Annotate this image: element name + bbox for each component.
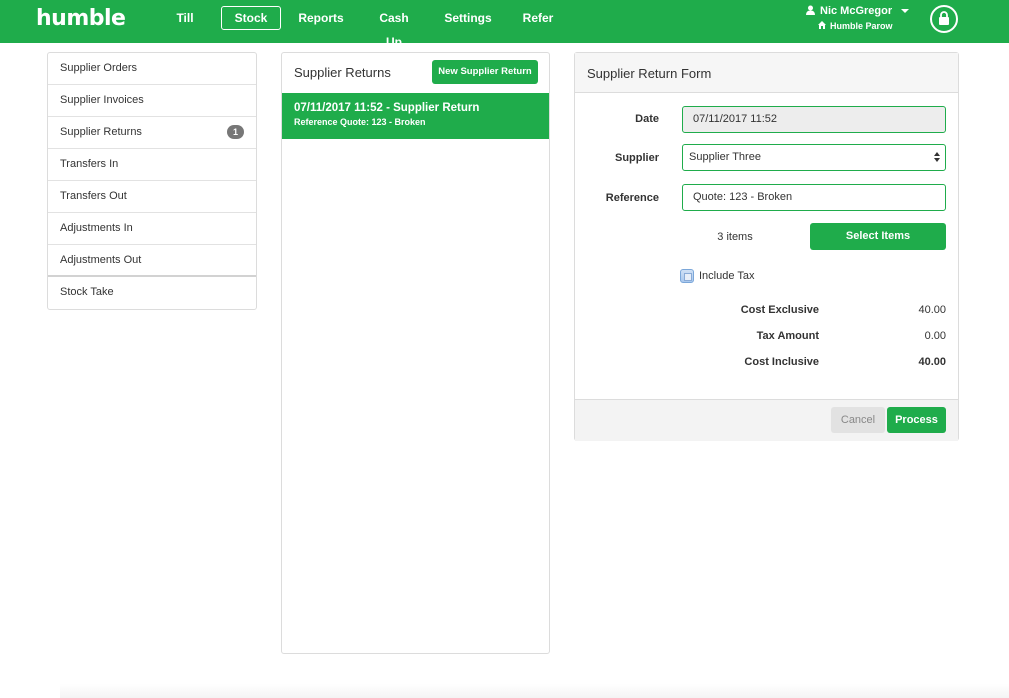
date-field: 07/11/2017 11:52	[682, 106, 946, 133]
user-icon	[806, 5, 815, 18]
new-supplier-return-button[interactable]: New Supplier Return	[432, 60, 538, 84]
nav-reports[interactable]: Reports	[298, 6, 344, 30]
sidebar-item-adjustments-out[interactable]: Adjustments Out	[48, 245, 256, 277]
tax-amount-value: 0.00	[924, 330, 946, 342]
count-badge: 1	[227, 125, 244, 139]
store-row: Humble Parow	[818, 21, 916, 31]
process-button[interactable]: Process	[887, 407, 946, 433]
select-items-button[interactable]: Select Items	[810, 223, 946, 250]
date-label: Date	[635, 113, 659, 125]
sidebar-item-adjustments-in[interactable]: Adjustments In	[48, 213, 256, 245]
sidebar-item-label: Adjustments Out	[60, 254, 142, 266]
sidebar-item-supplier-orders[interactable]: Supplier Orders	[48, 53, 256, 85]
sidebar-item-label: Transfers In	[60, 158, 119, 170]
store-name: Humble Parow	[830, 21, 893, 31]
sidebar-item-stock-take[interactable]: Stock Take	[48, 277, 256, 309]
supplier-label: Supplier	[614, 152, 659, 164]
nav-till[interactable]: Till	[172, 6, 198, 30]
include-tax-checkbox[interactable]	[680, 269, 694, 283]
sidebar-item-label: Adjustments In	[60, 222, 133, 234]
home-icon	[818, 21, 826, 31]
sidebar-item-label: Supplier Orders	[60, 62, 138, 74]
nav-settings[interactable]: Settings	[444, 6, 492, 30]
sidebar-item-transfers-in[interactable]: Transfers In	[48, 149, 256, 181]
lock-icon	[938, 10, 950, 28]
cancel-button[interactable]: Cancel	[831, 407, 885, 433]
tax-amount-label: Tax Amount	[756, 330, 819, 342]
form-title: Supplier Return Form	[587, 66, 712, 81]
nav-cash-up[interactable]: Cash Up	[370, 6, 418, 49]
sidebar-item-label: Supplier Invoices	[60, 94, 144, 106]
reference-label: Reference	[605, 192, 659, 204]
sidebar-item-label: Stock Take	[60, 286, 114, 298]
nav-refer[interactable]: Refer	[520, 6, 556, 30]
panel-title: Supplier Returns	[294, 65, 391, 80]
supplier-returns-panel: Supplier Returns New Supplier Return 07/…	[281, 52, 550, 654]
panel-header: Supplier Returns New Supplier Return	[282, 53, 549, 93]
form-header: Supplier Return Form	[575, 53, 958, 93]
sidebar-item-label: Supplier Returns	[60, 126, 142, 138]
page-bottom-shade	[60, 684, 1009, 698]
supplier-selected-value: Supplier Three	[689, 151, 761, 163]
caret-down-icon	[901, 9, 910, 13]
user-menu[interactable]: Nic McGregor Humble Parow	[806, 4, 916, 31]
app-logo[interactable]: humble	[36, 6, 126, 31]
list-item-subtitle: Reference Quote: 123 - Broken	[294, 117, 426, 127]
cost-exclusive-value: 40.00	[918, 304, 946, 316]
list-item[interactable]: 07/11/2017 11:52 - Supplier Return Refer…	[282, 93, 549, 139]
user-name: Nic McGregor	[820, 5, 893, 17]
include-tax-label: Include Tax	[699, 270, 755, 282]
reference-field[interactable]: Quote: 123 - Broken	[682, 184, 946, 211]
cost-inclusive-label: Cost Inclusive	[744, 356, 819, 368]
user-name-row[interactable]: Nic McGregor	[806, 4, 916, 18]
items-count: 3 items	[717, 231, 753, 243]
stock-sidebar: Supplier Orders Supplier Invoices Suppli…	[47, 52, 257, 310]
sidebar-item-supplier-invoices[interactable]: Supplier Invoices	[48, 85, 256, 117]
form-footer: Cancel Process	[575, 399, 958, 441]
supplier-return-form: Supplier Return Form Date 07/11/2017 11:…	[574, 52, 959, 441]
cost-exclusive-label: Cost Exclusive	[740, 304, 819, 316]
sidebar-item-transfers-out[interactable]: Transfers Out	[48, 181, 256, 213]
sidebar-item-supplier-returns[interactable]: Supplier Returns 1	[48, 117, 256, 149]
select-arrows-icon	[934, 152, 940, 162]
lock-button[interactable]	[930, 5, 958, 33]
sidebar-item-label: Transfers Out	[60, 190, 127, 202]
list-item-title: 07/11/2017 11:52 - Supplier Return	[294, 102, 480, 114]
top-navbar: humble Till Stock Reports Cash Up Settin…	[0, 0, 1009, 49]
supplier-select[interactable]: Supplier Three	[682, 144, 946, 171]
nav-stock[interactable]: Stock	[221, 6, 281, 30]
cost-inclusive-value: 40.00	[918, 356, 946, 368]
